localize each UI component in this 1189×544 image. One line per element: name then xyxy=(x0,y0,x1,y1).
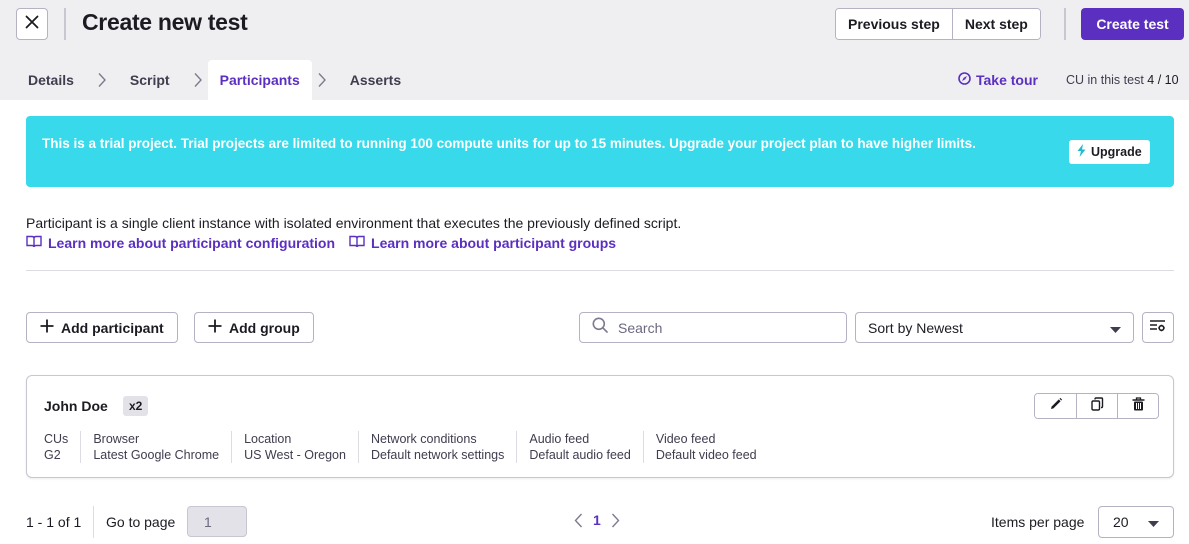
chevron-right-icon xyxy=(188,72,208,88)
property-value: Latest Google Chrome xyxy=(93,448,220,462)
learn-more-groups-label: Learn more about participant groups xyxy=(371,235,617,251)
section-divider xyxy=(26,270,1174,271)
sort-label: Sort by Newest xyxy=(868,319,963,336)
header-divider xyxy=(64,8,66,40)
property-label: Network conditions xyxy=(370,432,477,446)
search-input[interactable] xyxy=(618,319,828,336)
delete-participant-button[interactable] xyxy=(1117,394,1158,418)
create-test-button[interactable]: Create test xyxy=(1081,8,1184,40)
property-value: US West - Oregon xyxy=(244,448,346,462)
participant-description: Participant is a single client instance … xyxy=(26,215,682,231)
items-per-page-select[interactable]: 20 xyxy=(1098,506,1174,538)
participant-actions xyxy=(1034,393,1159,419)
lightning-icon xyxy=(1077,144,1086,160)
next-step-button[interactable]: Next step xyxy=(951,9,1040,39)
property-browser: Browser Latest Google Chrome xyxy=(80,431,231,463)
current-page[interactable]: 1 xyxy=(593,512,601,528)
upgrade-label: Upgrade xyxy=(1091,145,1142,159)
trial-banner: This is a trial project. Trial projects … xyxy=(26,116,1174,187)
take-tour-label: Take tour xyxy=(976,72,1038,88)
property-value: Default audio feed xyxy=(529,448,631,462)
caret-down-icon xyxy=(1110,320,1121,336)
property-label: Video feed xyxy=(655,432,716,446)
goto-page-label: Go to page xyxy=(106,514,176,530)
property-video-feed: Video feed Default video feed xyxy=(642,431,769,463)
property-label: Audio feed xyxy=(529,432,590,446)
caret-down-icon xyxy=(1148,514,1159,530)
book-icon xyxy=(349,235,365,251)
tab-details[interactable]: Details xyxy=(10,60,92,100)
learn-more-configuration-label: Learn more about participant configurati… xyxy=(48,235,336,251)
participant-multiplier-badge: x2 xyxy=(123,396,149,416)
property-value: Default network settings xyxy=(370,448,505,462)
add-participant-button[interactable]: Add participant xyxy=(26,312,178,343)
next-page-button[interactable] xyxy=(611,513,620,528)
pagination-divider xyxy=(93,506,94,538)
tab-script[interactable]: Script xyxy=(112,60,188,100)
items-per-page-label: Items per page xyxy=(991,514,1085,530)
previous-step-button[interactable]: Previous step xyxy=(836,9,952,39)
cu-usage-label: CU in this test xyxy=(1066,73,1144,87)
property-network-conditions: Network conditions Default network setti… xyxy=(357,431,516,463)
sort-select[interactable]: Sort by Newest xyxy=(855,312,1134,343)
list-settings-button[interactable] xyxy=(1142,312,1174,343)
property-value: Default video feed xyxy=(655,448,757,462)
property-cus: CUs G2 xyxy=(44,431,80,463)
edit-icon xyxy=(1049,397,1063,416)
participant-properties: CUs G2 Browser Latest Google Chrome Loca… xyxy=(44,431,769,463)
chevron-right-icon xyxy=(312,72,332,88)
duplicate-participant-button[interactable] xyxy=(1076,394,1117,418)
page-title: Create new test xyxy=(82,9,248,35)
plus-icon xyxy=(40,319,54,336)
search-field xyxy=(579,312,847,343)
property-value: G2 xyxy=(44,448,61,462)
previous-page-button[interactable] xyxy=(574,513,583,528)
property-label: Location xyxy=(244,432,292,446)
delete-icon xyxy=(1132,396,1145,416)
tab-asserts[interactable]: Asserts xyxy=(332,60,419,100)
pagination-range: 1 - 1 of 1 xyxy=(26,514,82,530)
property-location: Location US West - Oregon xyxy=(231,431,358,463)
plus-icon xyxy=(208,319,222,336)
goto-page-input[interactable] xyxy=(187,506,247,537)
compass-icon xyxy=(958,72,971,88)
participant-name: John Doe xyxy=(44,398,108,414)
learn-more-links: Learn more about participant configurati… xyxy=(26,235,616,251)
close-button[interactable] xyxy=(16,8,48,40)
pager: 1 xyxy=(574,512,620,528)
cu-usage: CU in this test 4 / 10 xyxy=(1066,73,1179,87)
step-tabs: Details Script Participants Asserts xyxy=(10,60,419,100)
items-per-page-value: 20 xyxy=(1113,514,1129,530)
participant-card: John Doe x2 CUs G2 Browser Latest Google… xyxy=(26,375,1174,478)
upgrade-button[interactable]: Upgrade xyxy=(1069,140,1150,164)
add-group-button[interactable]: Add group xyxy=(194,312,314,343)
list-settings-icon xyxy=(1150,319,1166,337)
property-audio-feed: Audio feed Default audio feed xyxy=(516,431,642,463)
close-icon xyxy=(25,15,39,34)
add-group-label: Add group xyxy=(229,319,300,336)
trial-banner-text: This is a trial project. Trial projects … xyxy=(42,136,976,151)
tab-participants[interactable]: Participants xyxy=(207,60,312,100)
search-icon xyxy=(592,317,608,338)
duplicate-icon xyxy=(1090,396,1104,416)
property-label: Browser xyxy=(93,432,140,446)
add-participant-label: Add participant xyxy=(61,319,164,336)
header-divider xyxy=(1064,8,1066,40)
take-tour-link[interactable]: Take tour xyxy=(958,72,1038,88)
learn-more-groups-link[interactable]: Learn more about participant groups xyxy=(349,235,616,251)
header: Create new test Previous step Next step … xyxy=(0,0,1189,100)
cu-usage-value: 4 / 10 xyxy=(1147,73,1179,87)
step-navigation: Previous step Next step xyxy=(835,8,1041,40)
property-label: CUs xyxy=(44,432,69,446)
edit-participant-button[interactable] xyxy=(1035,394,1076,418)
book-icon xyxy=(26,235,42,251)
chevron-right-icon xyxy=(92,72,112,88)
learn-more-configuration-link[interactable]: Learn more about participant configurati… xyxy=(26,235,335,251)
